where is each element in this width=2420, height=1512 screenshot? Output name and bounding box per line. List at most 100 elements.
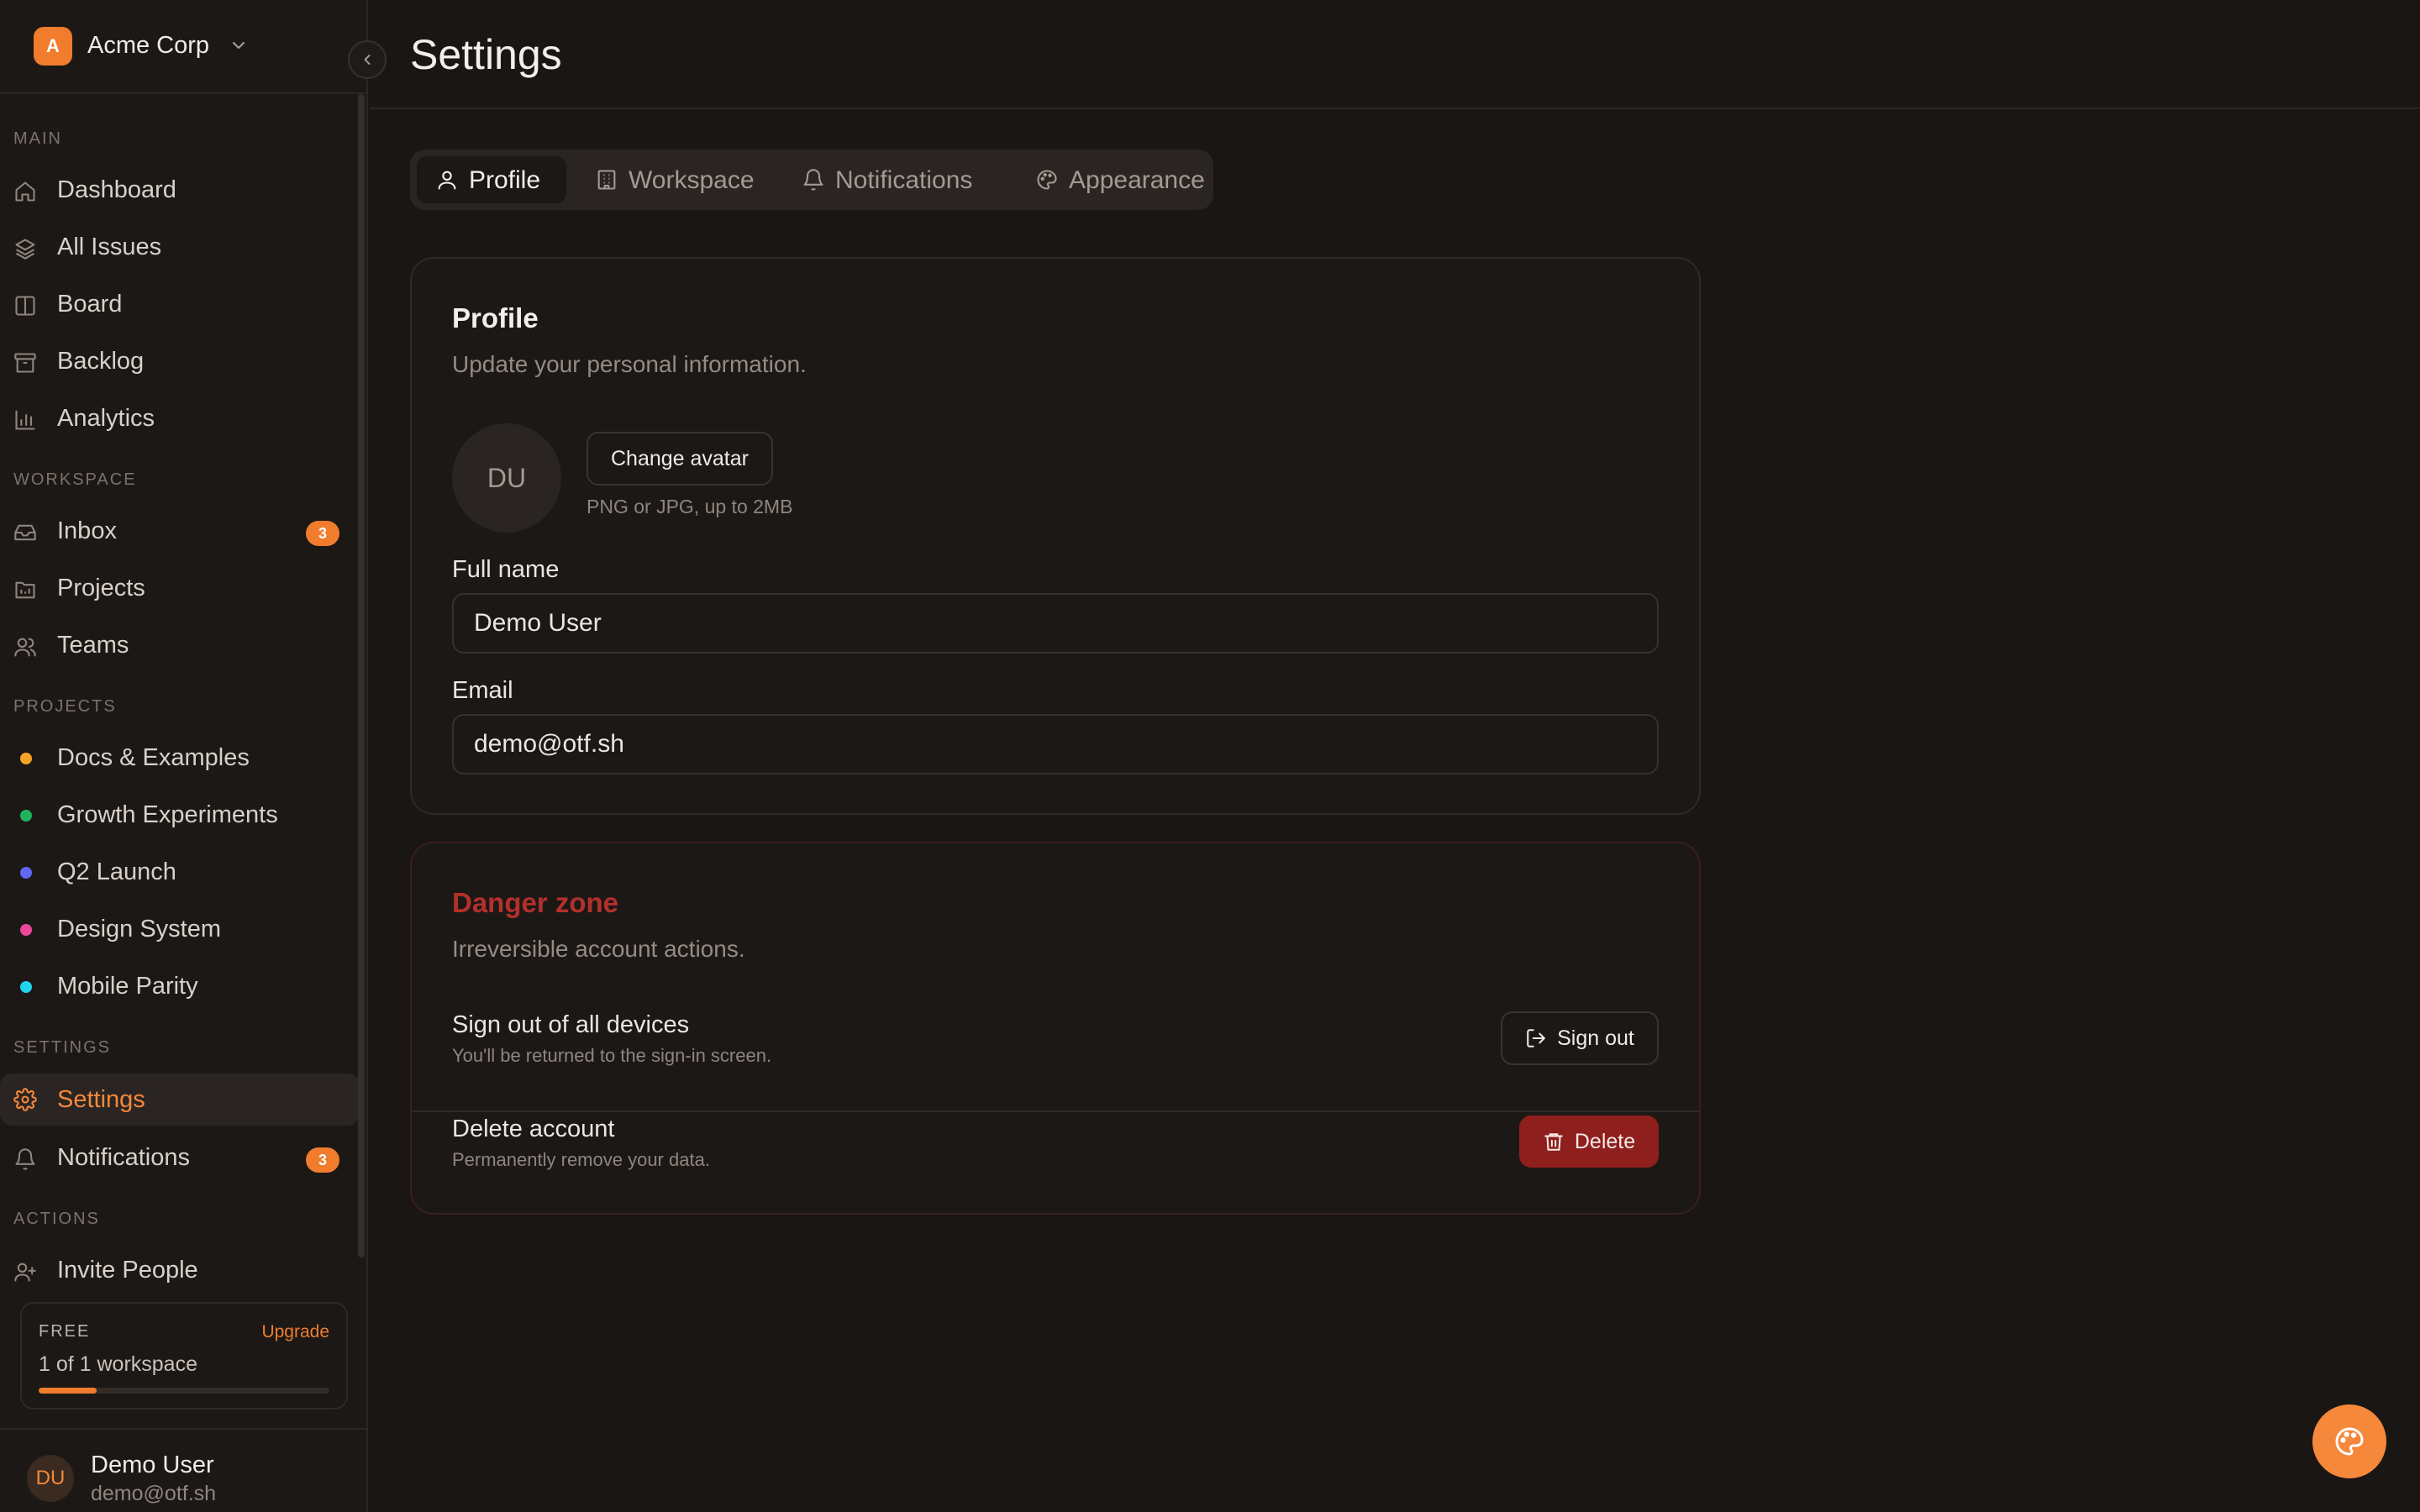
plan-usage-bar bbox=[39, 1388, 329, 1394]
sign-out-title: Sign out of all devices bbox=[452, 1011, 690, 1038]
sidebar-project-mobile-parity[interactable]: Mobile Parity bbox=[0, 963, 360, 1010]
chevron-down-icon bbox=[232, 41, 245, 50]
full-name-label: Full name bbox=[452, 556, 560, 583]
gear-icon bbox=[13, 1088, 37, 1111]
tab-workspace[interactable]: Workspace bbox=[576, 156, 780, 203]
section-label-projects: PROJECTS bbox=[13, 697, 117, 716]
home-icon bbox=[15, 181, 35, 202]
theme-palette-button[interactable] bbox=[2312, 1404, 2386, 1478]
users-icon bbox=[14, 638, 36, 657]
sidebar-item-label: Growth Experiments bbox=[57, 801, 278, 828]
sidebar-item-projects[interactable]: Projects bbox=[0, 564, 360, 612]
user-plus-icon bbox=[14, 1263, 36, 1282]
sidebar-item-label: Invite People bbox=[57, 1257, 198, 1284]
palette-icon bbox=[1037, 170, 1057, 190]
sidebar-item-label: Notifications bbox=[57, 1144, 190, 1171]
sidebar-item-label: Projects bbox=[57, 575, 145, 601]
tab-appearance[interactable]: Appearance bbox=[1017, 156, 1208, 203]
sidebar-item-all-issues[interactable]: All Issues bbox=[0, 223, 360, 270]
settings-tabs: Profile Workspace Notifications Appearan… bbox=[410, 150, 1213, 210]
sidebar-item-label: Analytics bbox=[57, 405, 155, 432]
change-avatar-button[interactable]: Change avatar bbox=[587, 432, 773, 486]
sidebar-project-docs-examples[interactable]: Docs & Examples bbox=[0, 734, 360, 781]
tab-label: Workspace bbox=[629, 166, 755, 194]
sidebar-item-label: Q2 Launch bbox=[57, 858, 176, 885]
user-name: Demo User bbox=[91, 1452, 214, 1478]
sidebar: A Acme Corp MAIN Dashboard All Issues Bo… bbox=[0, 0, 368, 1512]
sidebar-item-inbox[interactable]: Inbox 3 bbox=[0, 507, 360, 554]
tab-notifications[interactable]: Notifications bbox=[783, 156, 1007, 203]
plan-usage: 1 of 1 workspace bbox=[39, 1352, 197, 1376]
sidebar-item-label: Dashboard bbox=[57, 176, 176, 203]
avatar: DU bbox=[27, 1455, 74, 1502]
upgrade-link[interactable]: Upgrade bbox=[261, 1322, 329, 1342]
bar-chart-icon bbox=[15, 410, 35, 430]
section-label-main: MAIN bbox=[13, 129, 62, 148]
danger-zone-title: Danger zone bbox=[452, 887, 619, 918]
delete-account-description: Permanently remove your data. bbox=[452, 1149, 710, 1170]
sidebar-item-label: Settings bbox=[57, 1086, 145, 1113]
delete-label: Delete bbox=[1574, 1129, 1636, 1153]
page-title: Settings bbox=[410, 31, 562, 78]
columns-icon bbox=[15, 296, 35, 316]
org-name: Acme Corp bbox=[87, 32, 210, 59]
danger-zone-description: Irreversible account actions. bbox=[452, 936, 745, 962]
main-content: Settings Profile Workspace Notifications… bbox=[370, 0, 2420, 1512]
archive-icon bbox=[14, 353, 36, 373]
sidebar-project-growth-experiments[interactable]: Growth Experiments bbox=[0, 791, 360, 838]
sidebar-item-board[interactable]: Board bbox=[0, 281, 360, 328]
project-color-dot bbox=[20, 753, 32, 764]
user-menu[interactable]: DU Demo User demo@otf.sh bbox=[0, 1428, 368, 1512]
sidebar-item-dashboard[interactable]: Dashboard bbox=[0, 166, 360, 213]
building-icon bbox=[597, 170, 616, 190]
layers-icon bbox=[15, 239, 35, 260]
delete-account-title: Delete account bbox=[452, 1116, 615, 1142]
profile-card-description: Update your personal information. bbox=[452, 351, 807, 377]
profile-card: Profile Update your personal information… bbox=[410, 257, 1701, 815]
sidebar-item-backlog[interactable]: Backlog bbox=[0, 338, 360, 385]
tab-profile[interactable]: Profile bbox=[417, 156, 566, 203]
palette-icon bbox=[2335, 1427, 2364, 1456]
project-color-dot bbox=[20, 924, 32, 936]
org-switcher[interactable]: A Acme Corp bbox=[0, 0, 368, 94]
sidebar-item-teams[interactable]: Teams bbox=[0, 622, 360, 669]
sidebar-item-notifications[interactable]: Notifications 3 bbox=[0, 1134, 360, 1181]
tab-label: Profile bbox=[469, 166, 541, 194]
collapse-sidebar-button[interactable] bbox=[348, 40, 387, 79]
chevron-left-icon bbox=[364, 55, 371, 65]
email-input[interactable] bbox=[452, 714, 1659, 774]
sidebar-item-analytics[interactable]: Analytics bbox=[0, 395, 360, 442]
sidebar-item-settings[interactable]: Settings bbox=[0, 1074, 360, 1126]
avatar: DU bbox=[452, 423, 561, 533]
project-color-dot bbox=[20, 810, 32, 822]
section-label-actions: ACTIONS bbox=[13, 1210, 100, 1228]
tab-label: Notifications bbox=[835, 166, 973, 194]
project-color-dot bbox=[20, 981, 32, 993]
sidebar-item-label: Docs & Examples bbox=[57, 744, 250, 771]
tab-label: Appearance bbox=[1069, 166, 1205, 194]
sign-out-button[interactable]: Sign out bbox=[1501, 1011, 1659, 1065]
inbox-count-badge: 3 bbox=[306, 521, 339, 546]
page-header: Settings bbox=[370, 0, 2420, 109]
log-out-icon bbox=[1527, 1029, 1545, 1047]
sidebar-item-label: Inbox bbox=[57, 517, 117, 544]
sidebar-item-label: Teams bbox=[57, 632, 129, 659]
user-email: demo@otf.sh bbox=[91, 1482, 217, 1505]
inbox-icon bbox=[14, 524, 36, 541]
sidebar-project-q2-launch[interactable]: Q2 Launch bbox=[0, 848, 360, 895]
folder-icon bbox=[15, 581, 35, 599]
full-name-input[interactable] bbox=[452, 593, 1659, 654]
sign-out-label: Sign out bbox=[1557, 1026, 1634, 1050]
sidebar-scrollbar[interactable] bbox=[358, 94, 365, 1257]
bell-icon bbox=[803, 169, 823, 191]
app-root: A Acme Corp MAIN Dashboard All Issues Bo… bbox=[0, 0, 2420, 1512]
sidebar-project-design-system[interactable]: Design System bbox=[0, 906, 360, 953]
plan-tier: FREE bbox=[39, 1322, 91, 1341]
project-color-dot bbox=[20, 867, 32, 879]
sidebar-item-label: Mobile Parity bbox=[57, 973, 198, 1000]
email-label: Email bbox=[452, 677, 513, 704]
sidebar-item-label: All Issues bbox=[57, 234, 162, 260]
delete-account-button[interactable]: Delete bbox=[1519, 1116, 1659, 1168]
sidebar-item-invite-people[interactable]: Invite People bbox=[0, 1247, 360, 1284]
profile-card-title: Profile bbox=[452, 302, 539, 333]
